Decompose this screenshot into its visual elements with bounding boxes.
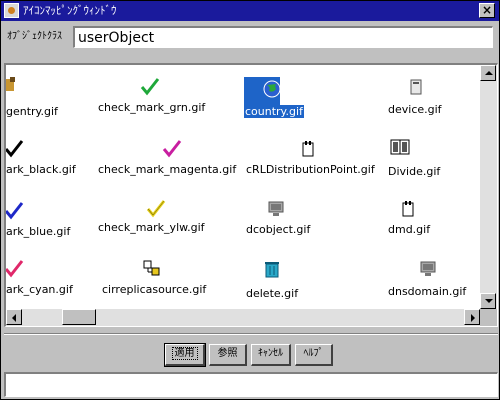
replica-icon bbox=[143, 260, 160, 276]
icon-cell-country[interactable]: country.gif bbox=[240, 65, 330, 121]
icon-label: check_mark_magenta.gif bbox=[98, 163, 237, 176]
icon-cell-check-mark-grn[interactable]: check_mark_grn.gif bbox=[96, 65, 236, 121]
icon-grid-panel: gentry.gif check_mark_grn.gif country.gi… bbox=[4, 63, 498, 327]
icon-cell-delete[interactable]: delete.gif bbox=[242, 253, 352, 309]
horizontal-scroll-thumb[interactable] bbox=[62, 309, 96, 325]
arrow-left-icon bbox=[12, 314, 16, 322]
icon-cell-divide[interactable]: Divide.gif bbox=[384, 129, 480, 185]
apply-button[interactable]: 適用 bbox=[164, 343, 206, 367]
check-mark-blue-icon bbox=[6, 202, 24, 220]
globe-icon bbox=[263, 80, 281, 98]
icon-label: ark_black.gif bbox=[6, 163, 76, 176]
trash-icon bbox=[265, 262, 279, 278]
cancel-label: ｷｬﾝｾﾙ bbox=[258, 348, 283, 359]
check-mark-black-icon bbox=[6, 140, 24, 158]
monitor-icon bbox=[268, 201, 284, 216]
icon-cell-dmd[interactable]: dmd.gif bbox=[384, 191, 480, 247]
icon-cell-dcobject[interactable]: dcobject.gif bbox=[242, 191, 352, 247]
icon-label: Divide.gif bbox=[388, 165, 441, 178]
icon-label: ark_cyan.gif bbox=[6, 283, 73, 296]
icon-cell-cirreplicasource[interactable]: cirreplicasource.gif bbox=[96, 253, 236, 309]
app-icon[interactable] bbox=[4, 3, 19, 18]
scroll-right-button[interactable] bbox=[464, 309, 480, 325]
scroll-left-button[interactable] bbox=[6, 309, 22, 325]
icon-label: dnsdomain.gif bbox=[388, 285, 467, 298]
icon-label: gentry.gif bbox=[6, 105, 58, 118]
icon-label: dcobject.gif bbox=[246, 223, 311, 236]
icon-cell-ark-black[interactable]: ark_black.gif bbox=[6, 129, 96, 185]
apply-label: 適用 bbox=[171, 347, 198, 360]
icon-grid: gentry.gif check_mark_grn.gif country.gi… bbox=[6, 65, 480, 309]
horizontal-scrollbar[interactable] bbox=[6, 309, 480, 326]
object-class-input[interactable] bbox=[73, 26, 493, 48]
cancel-button[interactable]: ｷｬﾝｾﾙ bbox=[251, 344, 291, 366]
help-button[interactable]: ﾍﾙﾌﾟ bbox=[295, 344, 333, 366]
icon-cell-device[interactable]: device.gif bbox=[376, 65, 480, 121]
object-class-label: ｵﾌﾞｼﾞｪｸﾄｸﾗｽ bbox=[7, 31, 62, 42]
icon-label: cRLDistributionPoint.gif bbox=[246, 163, 375, 176]
arrow-right-icon bbox=[471, 314, 475, 322]
help-label: ﾍﾙﾌﾟ bbox=[303, 348, 324, 359]
status-field bbox=[4, 372, 498, 397]
icon-label: cirreplicasource.gif bbox=[102, 283, 207, 296]
document-icon bbox=[302, 141, 314, 157]
device-icon bbox=[410, 79, 422, 95]
icon-label: check_mark_grn.gif bbox=[98, 101, 206, 114]
icon-cell-check-mark-ylw[interactable]: check_mark_ylw.gif bbox=[96, 191, 236, 247]
icon-mapping-window: ｱｲｺﾝﾏｯﾋﾟﾝｸﾞｳｨﾝﾄﾞｳ × ｵﾌﾞｼﾞｪｸﾄｸﾗｽ gentry.g… bbox=[0, 0, 500, 400]
icon-label: dmd.gif bbox=[388, 223, 431, 236]
icon-cell-ark-blue[interactable]: ark_blue.gif bbox=[6, 191, 96, 247]
document-icon bbox=[402, 201, 414, 217]
gentry-icon bbox=[6, 77, 15, 91]
icon-label-selected: country.gif bbox=[244, 105, 304, 118]
arrow-down-icon bbox=[485, 299, 493, 303]
monitor-icon bbox=[420, 261, 436, 276]
close-button[interactable]: × bbox=[479, 3, 495, 18]
icon-cell-dnsdomain[interactable]: dnsdomain.gif bbox=[384, 253, 480, 309]
scroll-down-button[interactable] bbox=[480, 293, 496, 309]
browse-button[interactable]: 参照 bbox=[209, 344, 247, 366]
scrollbar-corner bbox=[480, 309, 497, 326]
scroll-up-button[interactable] bbox=[480, 65, 496, 81]
check-mark-yellow-icon bbox=[146, 200, 166, 218]
window-title: ｱｲｺﾝﾏｯﾋﾟﾝｸﾞｳｨﾝﾄﾞｳ bbox=[23, 4, 117, 17]
check-mark-pink-icon bbox=[6, 260, 24, 278]
icon-label: delete.gif bbox=[246, 287, 299, 300]
icon-label: device.gif bbox=[388, 103, 442, 116]
vertical-scrollbar[interactable] bbox=[480, 65, 497, 309]
divide-icon bbox=[390, 139, 410, 155]
check-mark-green-icon bbox=[140, 78, 160, 96]
title-bar[interactable]: ｱｲｺﾝﾏｯﾋﾟﾝｸﾞｳｨﾝﾄﾞｳ × bbox=[1, 1, 499, 21]
icon-cell-ark-cyan[interactable]: ark_cyan.gif bbox=[6, 253, 96, 309]
icon-label: check_mark_ylw.gif bbox=[98, 221, 205, 234]
separator bbox=[4, 333, 498, 335]
icon-cell-check-mark-magenta[interactable]: check_mark_magenta.gif bbox=[96, 129, 246, 185]
icon-cell-gentry[interactable]: gentry.gif bbox=[6, 65, 96, 121]
arrow-up-icon bbox=[485, 71, 493, 75]
icon-cell-crl-distribution-point[interactable]: cRLDistributionPoint.gif bbox=[242, 129, 382, 185]
check-mark-magenta-icon bbox=[162, 140, 182, 158]
icon-label: ark_blue.gif bbox=[6, 225, 71, 238]
browse-label: 参照 bbox=[217, 348, 238, 359]
